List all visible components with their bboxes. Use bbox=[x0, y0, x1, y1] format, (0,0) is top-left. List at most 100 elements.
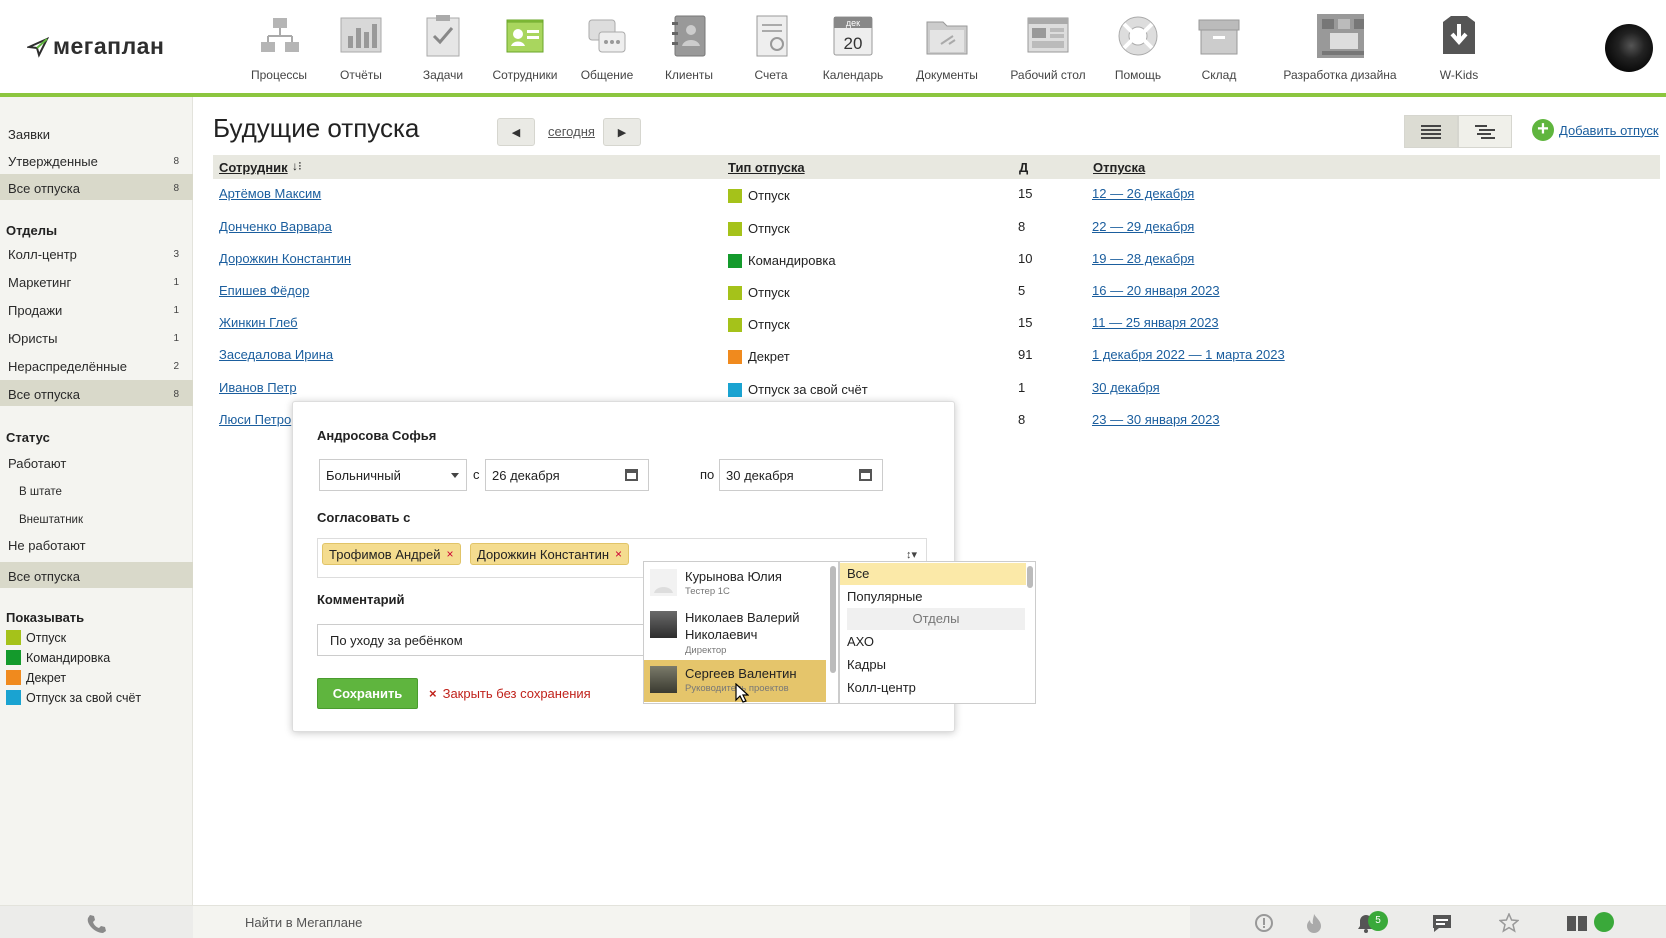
alert-icon[interactable] bbox=[1252, 912, 1276, 934]
approve-heading: Согласовать с bbox=[317, 510, 411, 525]
employee-link[interactable]: Иванов Петр bbox=[219, 380, 297, 395]
legend-swatch bbox=[6, 690, 21, 705]
employee-link[interactable]: Дорожкин Константин bbox=[219, 251, 351, 266]
scrollbar[interactable] bbox=[830, 566, 836, 673]
calendar-icon[interactable] bbox=[625, 469, 638, 481]
sidebar-item-freelance[interactable]: Внештатник bbox=[19, 514, 83, 526]
employee-link[interactable]: Артёмов Максим bbox=[219, 186, 321, 201]
sidebar-item-count: 1 bbox=[173, 305, 179, 316]
nav-label: Процессы bbox=[250, 68, 307, 82]
avatar bbox=[650, 569, 677, 596]
nav-label: Разработка дизайна bbox=[1283, 68, 1397, 82]
sort-icon[interactable]: ↓⁝ bbox=[292, 159, 302, 173]
gantt-view-button[interactable] bbox=[1458, 115, 1512, 148]
column-employee[interactable]: Сотрудник bbox=[219, 160, 288, 175]
from-label: с bbox=[473, 467, 480, 482]
fire-icon[interactable] bbox=[1302, 912, 1326, 934]
sort-toggle-icon[interactable]: ↕▾ bbox=[906, 548, 917, 561]
list-item[interactable]: Николаев Валерий Николаевич Директор bbox=[644, 604, 826, 659]
legend-item-unpaid[interactable]: Отпуск за свой счёт bbox=[6, 690, 141, 705]
nav-warehouse[interactable]: Склад bbox=[1164, 12, 1274, 82]
today-link[interactable]: сегодня bbox=[548, 124, 595, 139]
list-item[interactable]: АХО bbox=[847, 631, 1025, 653]
sidebar-item-approved[interactable]: Утвержденные 8 bbox=[0, 146, 193, 172]
user-avatar[interactable] bbox=[1605, 24, 1653, 72]
sidebar-item-lawyers[interactable]: Юристы 1 bbox=[0, 324, 193, 350]
period-link[interactable]: 22 — 29 декабря bbox=[1092, 219, 1194, 234]
sidebar-item-working[interactable]: Работают bbox=[8, 456, 66, 471]
sidebar-item-all-vacations-dept[interactable]: Все отпуска 8 bbox=[0, 380, 193, 406]
close-without-saving-button[interactable]: × Закрыть без сохранения bbox=[429, 686, 591, 701]
global-search-input[interactable]: Найти в Мегаплане bbox=[245, 915, 362, 930]
type-label: Командировка bbox=[748, 253, 836, 268]
book-icon[interactable] bbox=[1565, 912, 1589, 934]
to-label: по bbox=[700, 467, 715, 482]
type-label: Декрет bbox=[748, 349, 790, 364]
vacation-type: Отпуск bbox=[728, 188, 790, 203]
prev-period-button[interactable]: ◀ bbox=[497, 118, 535, 146]
star-icon[interactable] bbox=[1497, 912, 1521, 934]
period-link[interactable]: 12 — 26 декабря bbox=[1092, 186, 1194, 201]
legend-swatch bbox=[6, 650, 21, 665]
status-heading: Статус bbox=[6, 430, 50, 445]
employee-link[interactable]: Епишев Фёдор bbox=[219, 283, 309, 298]
processes-icon bbox=[255, 12, 303, 60]
date-to-field[interactable]: 30 декабря bbox=[719, 459, 883, 491]
scrollbar[interactable] bbox=[1027, 566, 1033, 588]
sidebar-item-marketing[interactable]: Маркетинг 1 bbox=[0, 268, 193, 294]
date-from-field[interactable]: 26 декабря bbox=[485, 459, 649, 491]
nav-wkids[interactable]: W-Kids bbox=[1404, 12, 1514, 82]
nav-label: Клиенты bbox=[664, 68, 714, 82]
legend-label: Декрет bbox=[26, 670, 67, 685]
sidebar-item-call-center[interactable]: Колл-центр 3 bbox=[0, 240, 193, 266]
nav-label: Сотрудники bbox=[492, 68, 558, 82]
employee-link[interactable]: Жинкин Глеб bbox=[219, 315, 298, 330]
period-link[interactable]: 16 — 20 января 2023 bbox=[1092, 283, 1220, 298]
period-link[interactable]: 23 — 30 января 2023 bbox=[1092, 412, 1220, 427]
period-link[interactable]: 1 декабря 2022 — 1 марта 2023 bbox=[1092, 347, 1285, 362]
messages-icon[interactable] bbox=[1430, 912, 1454, 934]
nav-design[interactable]: Разработка дизайна bbox=[1280, 12, 1400, 82]
comment-field[interactable]: По уходу за ребёнком bbox=[317, 624, 662, 656]
period-link[interactable]: 11 — 25 января 2023 bbox=[1092, 315, 1219, 330]
add-vacation-label: Добавить отпуск bbox=[1559, 122, 1659, 138]
list-item[interactable]: Кадры bbox=[847, 654, 1025, 676]
column-type[interactable]: Тип отпуска bbox=[728, 160, 805, 175]
remove-tag-icon[interactable]: × bbox=[615, 547, 622, 561]
period-link[interactable]: 30 декабря bbox=[1092, 380, 1160, 395]
period-link[interactable]: 19 — 28 декабря bbox=[1092, 251, 1194, 266]
desktop-icon bbox=[1024, 12, 1072, 60]
vacation-type-select[interactable]: Больничный bbox=[319, 459, 467, 491]
employee-link[interactable]: Заседалова Ирина bbox=[219, 347, 333, 362]
sidebar-item-requests[interactable]: Заявки bbox=[8, 127, 50, 142]
remove-tag-icon[interactable]: × bbox=[446, 547, 453, 561]
sidebar-item-all-vacations[interactable]: Все отпуска 8 bbox=[0, 174, 193, 200]
nav-label: Документы bbox=[916, 68, 978, 82]
add-vacation-button[interactable]: + Добавить отпуск bbox=[1532, 119, 1659, 141]
sidebar-item-label: Все отпуска bbox=[8, 569, 81, 584]
sidebar-item-not-working[interactable]: Не работают bbox=[8, 538, 86, 553]
save-button[interactable]: Сохранить bbox=[317, 678, 418, 709]
calendar-icon[interactable] bbox=[859, 469, 872, 481]
sidebar-item-count: 8 bbox=[173, 389, 179, 400]
nav-documents[interactable]: Документы bbox=[892, 12, 1002, 82]
list-view-button[interactable] bbox=[1404, 115, 1458, 148]
legend-item-business-trip[interactable]: Командировка bbox=[6, 650, 110, 665]
sidebar-item-sales[interactable]: Продажи 1 bbox=[0, 296, 193, 322]
column-vacations[interactable]: Отпуска bbox=[1093, 160, 1145, 175]
legend-item-vacation[interactable]: Отпуск bbox=[6, 630, 66, 645]
sidebar-item-staff[interactable]: В штате bbox=[19, 486, 62, 498]
phone-icon[interactable] bbox=[84, 912, 108, 934]
list-item[interactable]: Популярные bbox=[847, 586, 1025, 608]
employee-link[interactable]: Донченко Варвара bbox=[219, 219, 332, 234]
employee-link[interactable]: Люси Петро bbox=[219, 412, 291, 427]
sidebar-item-unassigned[interactable]: Нераспределённые 2 bbox=[0, 352, 193, 378]
next-period-button[interactable]: ▶ bbox=[603, 118, 641, 146]
megaplan-logo[interactable]: мегаплан bbox=[27, 33, 164, 60]
legend-item-maternity[interactable]: Декрет bbox=[6, 670, 66, 685]
list-item[interactable]: Курынова Юлия Тестер 1С bbox=[644, 562, 826, 604]
list-item[interactable]: Все bbox=[840, 563, 1026, 585]
sidebar-item-all-vacations-status[interactable]: Все отпуска bbox=[0, 562, 193, 588]
days-count: 8 bbox=[1018, 219, 1026, 234]
list-item[interactable]: Колл-центр bbox=[847, 677, 1025, 699]
